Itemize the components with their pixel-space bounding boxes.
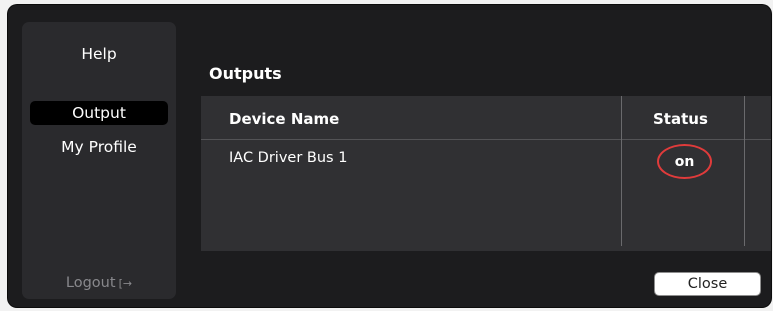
outputs-window: Help Output My Profile Logout [→ Outputs … bbox=[8, 5, 771, 307]
column-header-status: Status bbox=[653, 110, 708, 128]
logout-label: Logout bbox=[65, 275, 116, 291]
sidebar-item-my-profile[interactable]: My Profile bbox=[30, 135, 168, 159]
device-name-cell: IAC Driver Bus 1 bbox=[229, 150, 348, 166]
close-button[interactable]: Close bbox=[654, 272, 761, 296]
logout-button[interactable]: Logout [→ bbox=[22, 275, 176, 291]
outputs-table: Device Name Status IAC Driver Bus 1 on bbox=[201, 96, 771, 251]
sidebar: Help Output My Profile Logout [→ bbox=[22, 22, 176, 299]
column-divider bbox=[744, 96, 745, 246]
status-toggle[interactable]: on bbox=[657, 144, 712, 179]
sidebar-item-help[interactable]: Help bbox=[30, 42, 168, 66]
header-divider bbox=[201, 139, 771, 140]
column-divider bbox=[621, 96, 622, 246]
section-title: Outputs bbox=[209, 64, 282, 83]
sidebar-item-output[interactable]: Output bbox=[30, 101, 168, 125]
column-header-device-name: Device Name bbox=[229, 110, 340, 128]
logout-icon: [→ bbox=[118, 277, 133, 290]
